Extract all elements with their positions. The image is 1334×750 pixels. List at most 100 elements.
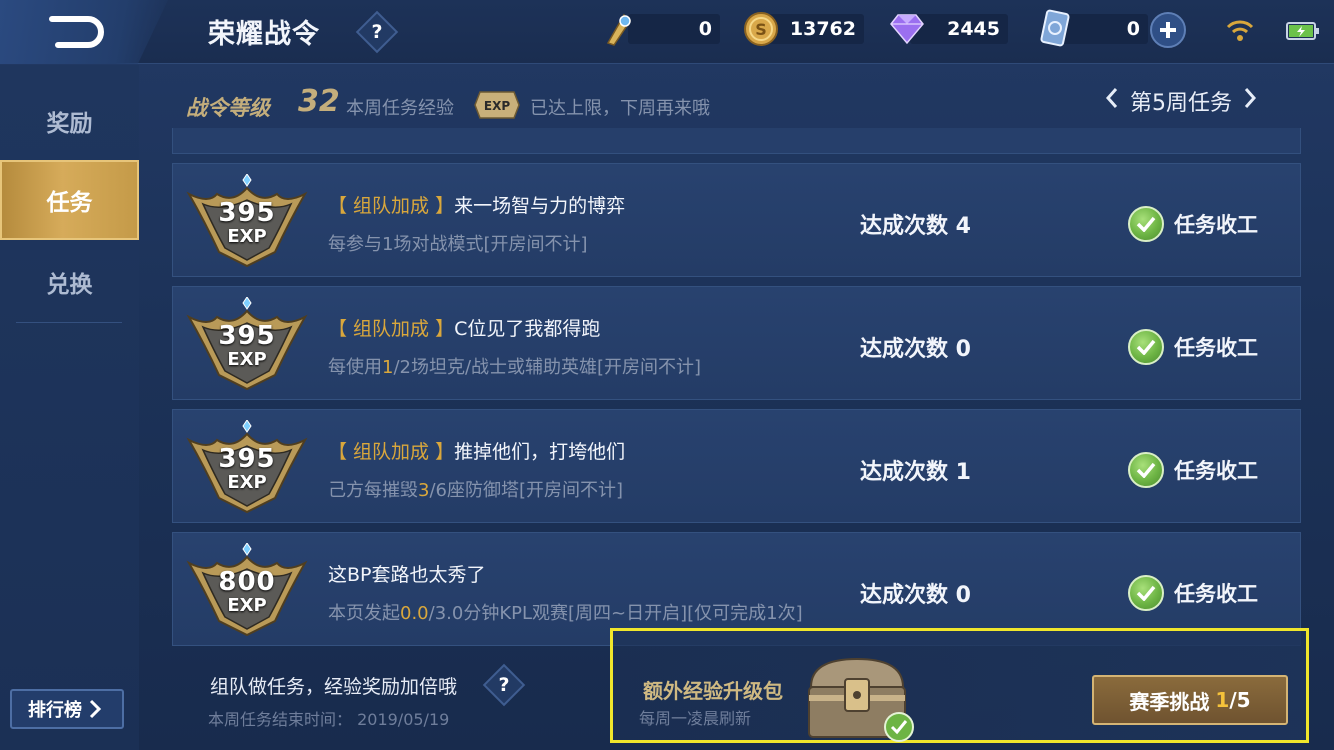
sidebar-item-tasks[interactable]: 任务 [0,160,139,240]
prev-week-button[interactable] [1098,87,1126,115]
exp-amount: 395 [218,321,276,351]
sidebar-item-label: 任务 [46,190,93,216]
battle-pass-token-icon [606,13,631,46]
season-challenge-total: /5 [1229,688,1251,712]
task-status: 任务收工 [1128,329,1258,365]
exp-amount: 395 [218,198,276,228]
sidebar-item-label: 奖励 [46,111,93,137]
gold-coin-counter: 13762 [766,14,864,44]
weekly-limit-text: 已达上限，下周再来哦 [530,98,710,119]
exp-unit: EXP [227,226,267,247]
sidebar: 奖励 任务 兑换 [0,65,139,750]
previous-task-card-edge [172,128,1301,154]
check-icon [1128,206,1164,242]
team-bonus-tag: 【 组队加成 】 [328,318,455,340]
add-currency-button[interactable] [1150,12,1186,48]
season-challenge-progress: 1 [1215,688,1230,712]
task-title: 【 组队加成 】来一场智与力的博弈 [328,191,625,218]
task-desc-suffix: /6座防御塔[开房间不计] [429,480,624,501]
task-progress-highlight: 3 [418,480,430,501]
completion-count: 达成次数 1 [860,460,971,485]
task-desc-prefix: 己方每摧毁 [328,480,418,501]
gold-coin-value: 13762 [789,18,856,40]
season-challenge-button[interactable]: 赛季挑战 1/5 [1092,675,1288,725]
completion-count: 达成次数 4 [860,214,971,239]
exp-medal: 395 EXP [185,296,309,393]
exp-amount: 800 [218,567,276,597]
task-desc-prefix: 本页发起 [328,603,400,624]
task-desc-suffix: /3.0分钟KPL观赛[周四~日开启][仅可完成1次] [428,603,803,624]
team-bonus-help-button[interactable]: ? [482,663,526,707]
task-name: C位见了我都得跑 [454,318,601,340]
exp-medal: 800 EXP [185,542,309,639]
plus-icon [1160,22,1176,38]
weekly-exp-label: 本周任务经验 [346,98,454,119]
bonus-pack-refresh: 每周一凌晨刷新 [639,709,752,728]
task-name: 推掉他们，打垮他们 [454,441,626,463]
task-title: 【 组队加成 】C位见了我都得跑 [328,314,600,341]
check-icon [1128,329,1164,365]
sidebar-item-label: 兑换 [46,272,93,298]
task-desc-suffix: /2场坦克/战士或辅助英雄[开房间不计] [393,357,702,378]
page-title: 荣耀战令 [208,19,320,50]
leaderboard-button[interactable]: 排行榜 [10,689,124,729]
check-icon [1128,452,1164,488]
exp-unit: EXP [227,349,267,370]
season-challenge-label: 赛季挑战 [1129,689,1210,714]
task-progress-highlight: 0.0 [400,603,429,624]
completion-count: 达成次数 0 [860,583,971,608]
pass-level-value: 32 [298,84,340,119]
sidebar-item-exchange[interactable]: 兑换 [0,242,139,322]
chevron-right-icon [1244,88,1257,108]
task-name: 来一场智与力的博弈 [454,195,626,217]
completion-count: 达成次数 0 [860,337,971,362]
task-description: 每参与1场对战模式[开房间不计] [328,230,588,256]
pass-level-label: 战令等级 [186,96,270,120]
back-button[interactable] [0,0,168,64]
task-complete-label: 任务收工 [1174,459,1258,483]
gold-coin-icon: S [744,12,778,46]
battle-pass-token-value: 0 [698,18,712,40]
exp-unit: EXP [227,595,267,616]
team-bonus-tip: 组队做任务，经验奖励加倍哦 [210,676,458,698]
exp-medal: 395 EXP [185,419,309,516]
task-description: 本页发起0.0/3.0分钟KPL观赛[周四~日开启][仅可完成1次] [328,599,803,625]
sidebar-divider [16,322,122,323]
task-status: 任务收工 [1128,452,1258,488]
task-complete-label: 任务收工 [1174,582,1258,606]
ticket-card-icon [1040,9,1070,47]
weekly-end-time: 本周任务结束时间： 2019/05/19 [208,710,450,729]
team-bonus-tag: 【 组队加成 】 [328,441,455,463]
team-bonus-tag: 【 组队加成 】 [328,195,455,217]
task-name: 这BP套路也太秀了 [328,564,486,586]
task-status: 任务收工 [1128,575,1258,611]
diamond-value: 2445 [947,18,1000,40]
chevron-left-icon [1105,88,1118,108]
question-icon: ? [498,674,510,696]
leaderboard-label: 排行榜 [28,700,82,721]
question-icon: ? [371,21,383,43]
top-bar: 荣耀战令 ? 0 13762 S 2445 0 [0,0,1334,64]
help-button[interactable]: ? [355,10,399,54]
treasure-chest-icon[interactable] [803,651,921,743]
next-week-button[interactable] [1236,87,1264,115]
task-desc-prefix: 每参与1场对战模式[开房间不计] [328,234,588,255]
chevron-right-icon [89,699,102,719]
task-progress-highlight: 1 [382,357,394,378]
task-desc-prefix: 每使用 [328,357,382,378]
task-card: 395 EXP 【 组队加成 】推掉他们，打垮他们 己方每摧毁3/6座防御塔[开… [172,409,1301,523]
exp-unit: EXP [227,472,267,493]
task-title: 这BP套路也太秀了 [328,560,486,587]
task-card: 395 EXP 【 组队加成 】来一场智与力的博弈 每参与1场对战模式[开房间不… [172,163,1301,277]
battery-icon [1286,22,1319,40]
back-arrow-icon [49,16,104,48]
exp-medal: 395 EXP [185,173,309,270]
task-description: 每使用1/2场坦克/战士或辅助英雄[开房间不计] [328,353,701,379]
ticket-card-value: 0 [1126,18,1140,40]
check-icon [1128,575,1164,611]
bonus-pack-title: 额外经验升级包 [643,679,783,703]
week-navigator: 第5周任务 [1098,84,1264,118]
wifi-icon [1226,20,1254,41]
exp-badge-text: EXP [484,99,510,113]
sidebar-item-rewards[interactable]: 奖励 [0,81,139,161]
